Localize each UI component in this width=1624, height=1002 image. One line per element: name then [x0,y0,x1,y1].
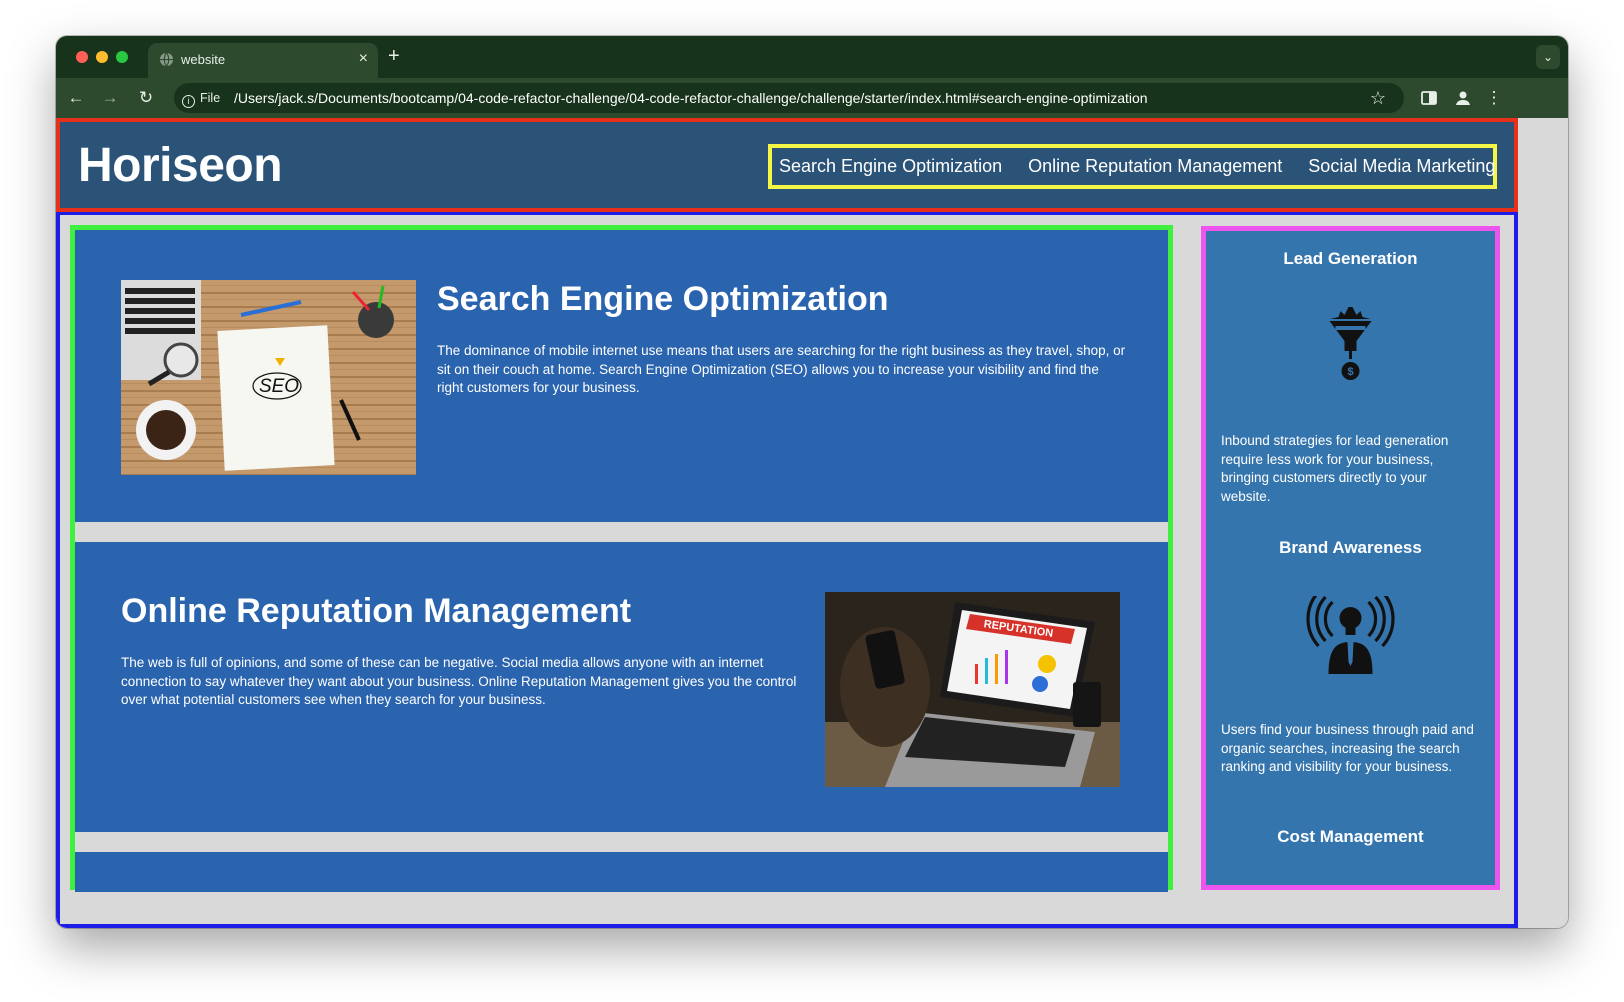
browser-window: website × + ⌄ ← → ↻ i File /Users/jack.s/… [56,36,1568,928]
seo-section: SEO Search Engine Optimization The domin… [75,230,1168,522]
site-header: Horiseon Search Engine Optimization Onli… [56,118,1518,212]
svg-text:$: $ [1347,366,1353,378]
seo-heading: Search Engine Optimization [437,280,889,318]
back-button[interactable]: ← [64,86,88,110]
nav-link-social[interactable]: Social Media Marketing [1308,156,1495,177]
reputation-text: The web is full of opinions, and some of… [121,655,797,707]
social-section [75,852,1168,892]
seo-text: The dominance of mobile internet use mea… [437,343,1126,395]
benefit-text: Users find your business through paid an… [1221,722,1474,774]
site-info-chip[interactable]: i File [182,89,221,108]
seo-notebook-image: SEO [121,280,416,475]
file-label: File [200,91,221,105]
browser-menu-button[interactable]: ⋮ [1482,86,1506,110]
browser-tab[interactable]: website × [148,43,378,78]
main-content: SEO Search Engine Optimization The domin… [70,225,1173,892]
browser-toolbar: ← → ↻ i File /Users/jack.s/Documents/boot… [56,78,1568,118]
page-viewport: Horiseon Search Engine Optimization Onli… [56,118,1568,928]
side-panel-icon[interactable] [1418,87,1440,109]
nav-link-reputation[interactable]: Online Reputation Management [1028,156,1282,177]
minimize-window-button[interactable] [96,51,108,63]
new-tab-button[interactable]: + [388,45,400,67]
reputation-heading: Online Reputation Management [121,592,632,630]
benefit-brand-awareness: Brand Awareness Users find your business… [1206,538,1495,774]
reputation-section: Online Reputation Management The web is … [75,542,1168,832]
lead-funnel-icon: $ [1329,307,1372,380]
reload-button[interactable]: ↻ [134,86,158,110]
site-nav: Search Engine Optimization Online Reputa… [768,144,1497,189]
benefit-title: Lead Generation [1283,249,1418,268]
tab-search-button[interactable]: ⌄ [1536,45,1560,69]
site-logo: Horiseon [78,139,283,192]
url-text[interactable]: /Users/jack.s/Documents/bootcamp/04-code… [234,90,1148,106]
bookmark-star-icon[interactable]: ☆ [1370,87,1386,109]
brand-broadcast-icon [1306,596,1395,674]
benefit-title: Cost Management [1277,827,1424,846]
svg-text:SEO: SEO [259,376,299,397]
address-bar[interactable]: i File /Users/jack.s/Documents/bootcamp/0… [174,83,1404,113]
benefit-text: Inbound strategies for lead generation r… [1221,433,1449,504]
tab-title: website [181,52,226,67]
info-icon: i [182,95,195,108]
profile-icon[interactable] [1452,87,1474,109]
globe-icon [159,52,174,67]
benefits-aside: Lead Generation $ Inbound strategies for… [1201,226,1500,890]
tab-close-button[interactable]: × [359,49,368,69]
tab-strip: website × + ⌄ [56,36,1568,78]
benefit-cost-management: Cost Management [1206,827,1495,847]
nav-link-seo[interactable]: Search Engine Optimization [779,156,1002,177]
benefit-title: Brand Awareness [1279,538,1422,557]
forward-button[interactable]: → [98,86,122,110]
close-window-button[interactable] [76,51,88,63]
reputation-laptop-image: REPUTATION [825,592,1120,787]
benefit-lead-generation: Lead Generation $ Inbound strategies for… [1206,249,1495,504]
maximize-window-button[interactable] [116,51,128,63]
